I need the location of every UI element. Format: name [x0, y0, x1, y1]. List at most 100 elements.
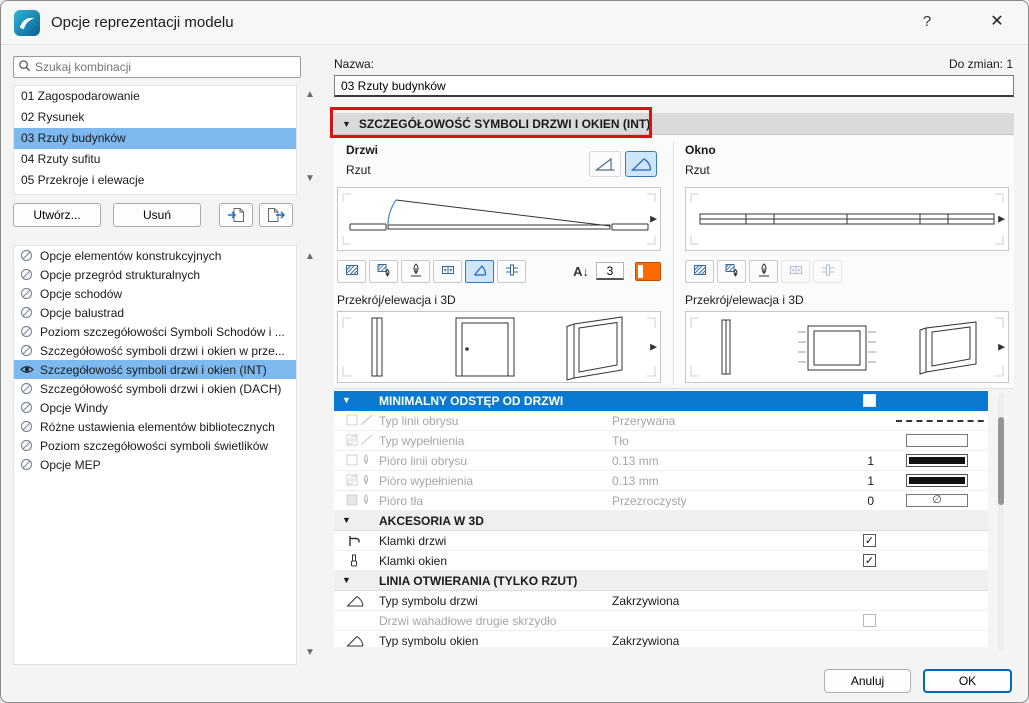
cancel-button[interactable]: Anuluj: [824, 669, 911, 693]
combination-item[interactable]: 01 Zagospodarowanie: [14, 86, 296, 107]
window-fill-display-button[interactable]: [685, 260, 714, 283]
arc-icon: [346, 634, 364, 647]
row-checkbox[interactable]: ✓: [863, 554, 876, 567]
table-section-header[interactable]: ▼LINIA OTWIERANIA (TYLKO RZUT): [334, 571, 988, 591]
combination-item[interactable]: 03 Rzuty budynków: [14, 128, 296, 149]
collapse-caret-icon[interactable]: ▼: [342, 515, 351, 525]
expand-arrow-icon[interactable]: ▶: [998, 342, 1005, 353]
collapse-caret-icon[interactable]: ▼: [342, 395, 351, 405]
combination-item[interactable]: 02 Rysunek: [14, 107, 296, 128]
door-title: Drzwi: [346, 143, 378, 157]
eye-icon: [19, 364, 34, 375]
combination-item[interactable]: 04 Rzuty sufitu: [14, 149, 296, 170]
options-scroll-up-icon[interactable]: ▲: [302, 251, 318, 265]
collapse-caret-icon[interactable]: ▼: [342, 575, 351, 585]
door-pen-button[interactable]: [401, 260, 430, 283]
options-item[interactable]: Szczegółowość symboli drzwi i okien (DAC…: [14, 379, 296, 398]
table-row: Typ wypełnieniaTło: [334, 431, 988, 451]
row-value-dropdown[interactable]: Zakrzywiona: [612, 634, 679, 647]
combinations-scroll-down-icon[interactable]: ▼: [302, 173, 318, 187]
row-value-dropdown: Przerywana: [612, 414, 675, 428]
door-fill-pen-button[interactable]: [369, 260, 398, 283]
search-input[interactable]: [35, 60, 296, 74]
close-button[interactable]: ✕: [983, 11, 1011, 35]
delete-button[interactable]: Usuń: [113, 203, 201, 227]
expand-arrow-icon[interactable]: ▶: [650, 214, 657, 225]
marker-text-size-input[interactable]: [596, 262, 624, 280]
create-button[interactable]: Utwórz...: [13, 203, 101, 227]
door-toolbar: A↓: [337, 259, 661, 283]
door-elevation-drawing: [338, 312, 660, 382]
pen-line-icon: [346, 454, 374, 470]
table-row: Typ symbolu drzwiZakrzywiona: [334, 591, 988, 611]
prohibit-icon: [19, 439, 34, 452]
window-pen-button[interactable]: [749, 260, 778, 283]
prohibit-icon: [19, 268, 34, 281]
help-button[interactable]: ?: [916, 13, 938, 35]
ok-button[interactable]: OK: [923, 669, 1012, 693]
options-item[interactable]: Opcje MEP: [14, 455, 296, 474]
preview-swatch: [906, 454, 968, 467]
door-symbol-straight-toggle[interactable]: [589, 151, 621, 177]
door-symbol-curved-toggle[interactable]: [625, 151, 657, 177]
combination-name-input[interactable]: [334, 75, 1014, 97]
table-section-header[interactable]: ▼MINIMALNY ODSTĘP OD DRZWI: [334, 391, 988, 411]
door-plan-preview[interactable]: ▶: [337, 187, 661, 251]
door-plan-label: Rzut: [346, 163, 371, 177]
window-elevation-preview[interactable]: ▶: [685, 311, 1009, 383]
options-item[interactable]: Szczegółowość symboli drzwi i okien (INT…: [14, 360, 296, 379]
import-combination-button[interactable]: [219, 203, 253, 227]
combinations-scroll-up-icon[interactable]: ▲: [302, 89, 318, 103]
door-elevation-preview[interactable]: ▶: [337, 311, 661, 383]
expand-arrow-icon[interactable]: ▶: [650, 342, 657, 353]
row-label: Pióro tła: [379, 494, 423, 508]
row-checkbox[interactable]: ✓: [863, 534, 876, 547]
section-header-bar[interactable]: ▼ SZCZEGÓŁOWOŚĆ SYMBOLI DRZWI I OKIEN (I…: [334, 113, 1014, 135]
options-item[interactable]: Szczegółowość symboli drzwi i okien w pr…: [14, 341, 296, 360]
pen-number: 1: [829, 454, 874, 468]
options-item[interactable]: Opcje balustrad: [14, 303, 296, 322]
table-row: Typ linii obrysuPrzerywana: [334, 411, 988, 431]
window-fill-pen-button[interactable]: [717, 260, 746, 283]
options-item[interactable]: Opcje Windy: [14, 398, 296, 417]
options-item[interactable]: Opcje schodów: [14, 284, 296, 303]
combination-item[interactable]: 05 Przekroje i elewacje: [14, 170, 296, 191]
options-item[interactable]: Poziom szczegółowości symboli świetlików: [14, 436, 296, 455]
options-item-label: Szczegółowość symboli drzwi i okien (INT…: [40, 363, 267, 377]
window-plan-preview[interactable]: ▶: [685, 187, 1009, 251]
expand-arrow-icon[interactable]: ▶: [998, 214, 1005, 225]
preview-swatch: [906, 474, 968, 487]
options-item-label: Różne ustawienia elementów bibliotecznyc…: [40, 420, 275, 434]
settings-table: ▼MINIMALNY ODSTĘP OD DRZWITyp linii obry…: [334, 391, 988, 647]
options-item[interactable]: Opcje przegród strukturalnych: [14, 265, 296, 284]
pen-number: 1: [829, 474, 874, 488]
table-scrollbar-thumb[interactable]: [998, 417, 1004, 505]
options-item-label: Poziom szczegółowości symboli świetlików: [40, 439, 268, 453]
marker-color-button[interactable]: [635, 262, 661, 281]
options-item[interactable]: Opcje elementów konstrukcyjnych: [14, 246, 296, 265]
collapse-caret-icon[interactable]: ▼: [342, 119, 351, 129]
row-value-dropdown[interactable]: Zakrzywiona: [612, 594, 679, 608]
fill-display-icon: [693, 263, 707, 280]
table-section-header[interactable]: ▼AKCESORIA W 3D: [334, 511, 988, 531]
name-label: Nazwa:: [334, 57, 374, 71]
table-row: Klamki drzwi✓: [334, 531, 988, 551]
options-item[interactable]: Różne ustawienia elementów bibliotecznyc…: [14, 417, 296, 436]
fill-type-icon: [346, 434, 374, 450]
search-box: [13, 56, 301, 78]
pen-set-icon: [409, 263, 423, 280]
options-item-label: Opcje elementów konstrukcyjnych: [40, 249, 221, 263]
door-fill-display-button[interactable]: [337, 260, 366, 283]
options-list: Opcje elementów konstrukcyjnych Opcje prz…: [13, 245, 297, 665]
window-elevation-drawing: [686, 312, 1008, 382]
export-combination-button[interactable]: [259, 203, 293, 227]
section-checkbox[interactable]: [863, 394, 876, 407]
door-opening-symbol-button[interactable]: [465, 260, 494, 283]
door-section3d-label: Przekrój/elewacja i 3D: [337, 293, 456, 307]
options-item[interactable]: Poziom szczegółowości Symboli Schodów i …: [14, 322, 296, 341]
door-marker-button[interactable]: [433, 260, 462, 283]
prohibit-icon: [19, 420, 34, 433]
row-value-dropdown: 0.13 mm: [612, 454, 659, 468]
options-scroll-down-icon[interactable]: ▼: [302, 647, 318, 661]
door-elevation-lines-button[interactable]: [497, 260, 526, 283]
